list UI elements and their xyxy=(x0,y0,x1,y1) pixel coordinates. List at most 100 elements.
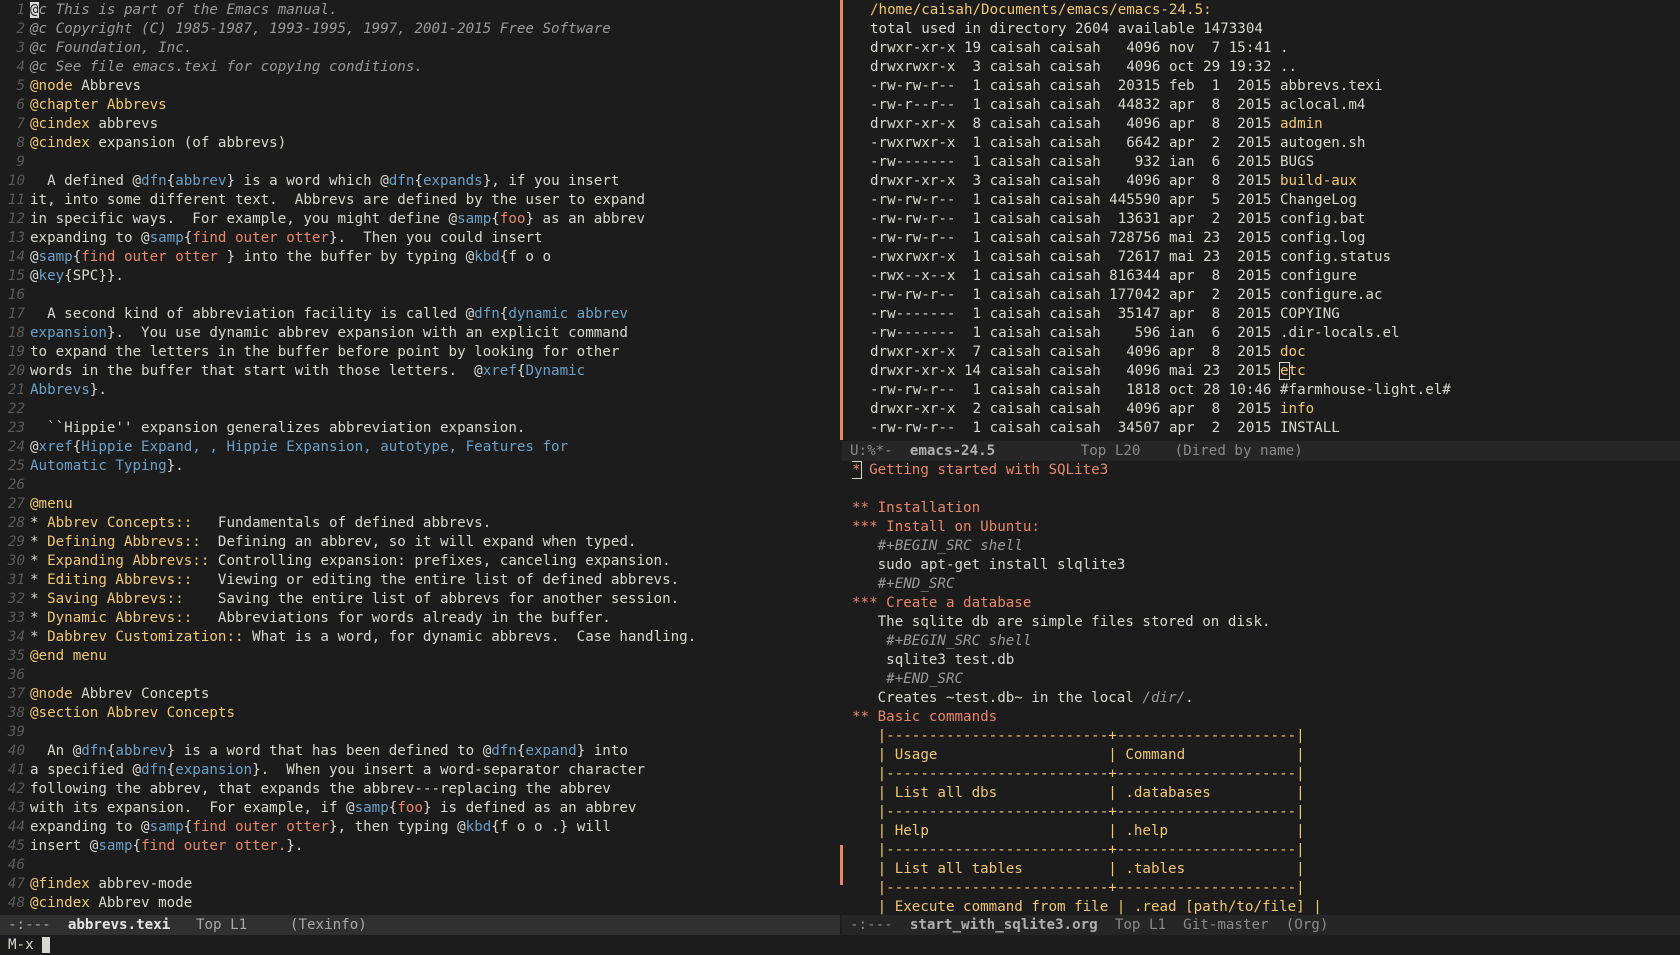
mode-line-major-mode[interactable]: (Dired by name) xyxy=(1175,443,1303,459)
dired-file-name[interactable]: autogen.sh xyxy=(1280,135,1365,151)
org-line[interactable]: *** Create a database xyxy=(852,594,1680,613)
dired-file-name[interactable]: abbrevs.texi xyxy=(1280,78,1383,94)
left-mode-line[interactable]: -:--- abbrevs.texi Top L1 (Texinfo) xyxy=(0,915,840,935)
code-line[interactable]: 28 * Abbrev Concepts:: Fundamentals of de… xyxy=(0,514,840,533)
mode-line-major-mode[interactable]: (Texinfo) xyxy=(290,917,367,933)
dired-file-name[interactable]: INSTALL xyxy=(1280,420,1340,436)
code-line[interactable]: 31 * Editing Abbrevs:: Viewing or editing… xyxy=(0,571,840,590)
code-line[interactable]: 42 following the abbrev, that expands the… xyxy=(0,780,840,799)
org-line[interactable]: #+BEGIN_SRC shell xyxy=(852,537,1680,556)
dired-file-name[interactable]: .dir-locals.el xyxy=(1280,325,1400,341)
org-line[interactable]: |--------------------------+------------… xyxy=(852,879,1680,898)
org-buffer-window[interactable]: * Getting started with SQLite3 ** Install… xyxy=(852,461,1680,915)
org-line[interactable]: #+BEGIN_SRC shell xyxy=(852,632,1680,651)
org-line[interactable]: Creates ~test.db~ in the local /dir/. xyxy=(852,689,1680,708)
code-line[interactable]: 47 @findex abbrev-mode xyxy=(0,875,840,894)
code-line[interactable]: 9 xyxy=(0,153,840,172)
code-line[interactable]: 43 with its expansion. For example, if @s… xyxy=(0,799,840,818)
code-line[interactable]: 12 in specific ways. For example, you mig… xyxy=(0,210,840,229)
org-line[interactable]: |--------------------------+------------… xyxy=(852,727,1680,746)
mode-line-vcs[interactable]: Git-master xyxy=(1183,917,1268,933)
dired-file-name[interactable]: configure xyxy=(1280,268,1357,284)
texinfo-buffer-window[interactable]: 1 @c This is part of the Emacs manual. 2 @c… xyxy=(0,0,840,916)
org-line[interactable]: | Execute command from file | .read [pat… xyxy=(852,898,1680,915)
dired-file-row[interactable]: drwxr-xr-x 19 caisah caisah 4096 nov 7 1… xyxy=(870,39,1680,58)
code-line[interactable]: 3 @c Foundation, Inc. xyxy=(0,39,840,58)
dired-file-row[interactable]: -rw-rw-r-- 1 caisah caisah 1818 oct 28 1… xyxy=(870,381,1680,400)
dired-file-name[interactable]: .. xyxy=(1280,59,1297,75)
dired-file-row[interactable]: -rw------- 1 caisah caisah 596 ian 6 201… xyxy=(870,324,1680,343)
org-line[interactable]: | List all tables | .tables | xyxy=(852,860,1680,879)
dired-file-row[interactable]: -rw-rw-r-- 1 caisah caisah 13631 apr 2 2… xyxy=(870,210,1680,229)
code-line[interactable]: 37 @node Abbrev Concepts xyxy=(0,685,840,704)
mode-line-buffer-name[interactable]: emacs-24.5 xyxy=(910,443,995,459)
code-line[interactable]: 46 xyxy=(0,856,840,875)
code-line[interactable]: 4 @c See file emacs.texi for copying cond… xyxy=(0,58,840,77)
dired-file-name[interactable]: #farmhouse-light.el# xyxy=(1280,382,1451,398)
code-line[interactable]: 18 expansion}. You use dynamic abbrev exp… xyxy=(0,324,840,343)
dired-file-row[interactable]: drwxr-xr-x 8 caisah caisah 4096 apr 8 20… xyxy=(870,115,1680,134)
code-line[interactable]: 23 ``Hippie'' expansion generalizes abbr… xyxy=(0,419,840,438)
dired-directory-name[interactable]: admin xyxy=(1280,116,1323,132)
dired-file-name[interactable]: config.bat xyxy=(1280,211,1365,227)
dired-file-row[interactable]: -rw------- 1 caisah caisah 932 ian 6 201… xyxy=(870,153,1680,172)
code-line[interactable]: 36 xyxy=(0,666,840,685)
code-line[interactable]: 35 @end menu xyxy=(0,647,840,666)
code-line[interactable]: 24 @xref{Hippie Expand, , Hippie Expansio… xyxy=(0,438,840,457)
dired-file-row[interactable]: drwxr-xr-x 7 caisah caisah 4096 apr 8 20… xyxy=(870,343,1680,362)
dired-directory-name[interactable]: build-aux xyxy=(1280,173,1357,189)
code-line[interactable]: 1 @c This is part of the Emacs manual. xyxy=(0,1,840,20)
code-line[interactable]: 29 * Defining Abbrevs:: Defining an abbre… xyxy=(0,533,840,552)
code-line[interactable]: 39 xyxy=(0,723,840,742)
org-line[interactable]: | Usage | Command | xyxy=(852,746,1680,765)
dired-file-name[interactable]: aclocal.m4 xyxy=(1280,97,1365,113)
code-line[interactable]: 25 Automatic Typing}. xyxy=(0,457,840,476)
code-line[interactable]: 45 insert @samp{find outer otter.}. xyxy=(0,837,840,856)
dired-file-name[interactable]: config.log xyxy=(1280,230,1365,246)
code-line[interactable]: 34 * Dabbrev Customization:: What is a wo… xyxy=(0,628,840,647)
code-line[interactable]: 16 xyxy=(0,286,840,305)
code-line[interactable]: 30 * Expanding Abbrevs:: Controlling expa… xyxy=(0,552,840,571)
code-line[interactable]: 13 expanding to @samp{find outer otter}. … xyxy=(0,229,840,248)
code-line[interactable]: 33 * Dynamic Abbrevs:: Abbreviations for … xyxy=(0,609,840,628)
org-line[interactable]: |--------------------------+------------… xyxy=(852,803,1680,822)
code-line[interactable]: 2 @c Copyright (C) 1985-1987, 1993-1995, … xyxy=(0,20,840,39)
dired-file-row[interactable]: -rw-rw-r-- 1 caisah caisah 34507 apr 2 2… xyxy=(870,419,1680,438)
org-line[interactable]: #+END_SRC xyxy=(852,670,1680,689)
code-line[interactable]: 32 * Saving Abbrevs:: Saving the entire l… xyxy=(0,590,840,609)
org-line[interactable]: |--------------------------+------------… xyxy=(852,765,1680,784)
dired-file-row[interactable]: -rw-rw-r-- 1 caisah caisah 728756 mai 23… xyxy=(870,229,1680,248)
dired-file-name[interactable]: COPYING xyxy=(1280,306,1340,322)
code-line[interactable]: 11 it, into some different text. Abbrevs … xyxy=(0,191,840,210)
code-line[interactable]: 19 to expand the letters in the buffer be… xyxy=(0,343,840,362)
code-line[interactable]: 10 A defined @dfn{abbrev} is a word whic… xyxy=(0,172,840,191)
dired-buffer-window[interactable]: /home/caisah/Documents/emacs/emacs-24.5:… xyxy=(870,0,1680,441)
org-line[interactable]: The sqlite db are simple files stored on… xyxy=(852,613,1680,632)
dired-file-row[interactable]: -rw-rw-r-- 1 caisah caisah 177042 apr 2 … xyxy=(870,286,1680,305)
code-line[interactable]: 38 @section Abbrev Concepts xyxy=(0,704,840,723)
mode-line-buffer-name[interactable]: abbrevs.texi xyxy=(68,917,171,933)
org-mode-line[interactable]: -:--- start_with_sqlite3.org Top L1 Git-… xyxy=(842,915,1680,935)
dired-file-name[interactable]: config.status xyxy=(1280,249,1391,265)
minibuffer[interactable]: M-x xyxy=(0,935,1680,955)
code-line[interactable]: 40 An @dfn{abbrev} is a word that has be… xyxy=(0,742,840,761)
dired-file-name[interactable]: BUGS xyxy=(1280,154,1314,170)
dired-file-name[interactable]: . xyxy=(1280,40,1289,56)
org-line[interactable]: |--------------------------+------------… xyxy=(852,841,1680,860)
org-line[interactable] xyxy=(852,480,1680,499)
dired-file-row[interactable]: -rw-rw-r-- 1 caisah caisah 20315 feb 1 2… xyxy=(870,77,1680,96)
code-line[interactable]: 17 A second kind of abbreviation facilit… xyxy=(0,305,840,324)
dired-file-row[interactable]: drwxr-xr-x 3 caisah caisah 4096 apr 8 20… xyxy=(870,172,1680,191)
dired-directory-name[interactable]: info xyxy=(1280,401,1314,417)
dired-file-row[interactable]: drwxr-xr-x 14 caisah caisah 4096 mai 23 … xyxy=(870,362,1680,381)
dired-file-row[interactable]: drwxr-xr-x 2 caisah caisah 4096 apr 8 20… xyxy=(870,400,1680,419)
code-line[interactable]: 21 Abbrevs}. xyxy=(0,381,840,400)
dired-file-row[interactable]: -rw------- 1 caisah caisah 35147 apr 8 2… xyxy=(870,305,1680,324)
code-line[interactable]: 44 expanding to @samp{find outer otter}, … xyxy=(0,818,840,837)
dired-file-row[interactable]: drwxrwxr-x 3 caisah caisah 4096 oct 29 1… xyxy=(870,58,1680,77)
org-line[interactable]: sqlite3 test.db xyxy=(852,651,1680,670)
dired-directory-name[interactable]: etc xyxy=(1279,362,1306,380)
org-line[interactable]: #+END_SRC xyxy=(852,575,1680,594)
code-line[interactable]: 41 a specified @dfn{expansion}. When you … xyxy=(0,761,840,780)
dired-file-row[interactable]: -rw-r--r-- 1 caisah caisah 44832 apr 8 2… xyxy=(870,96,1680,115)
